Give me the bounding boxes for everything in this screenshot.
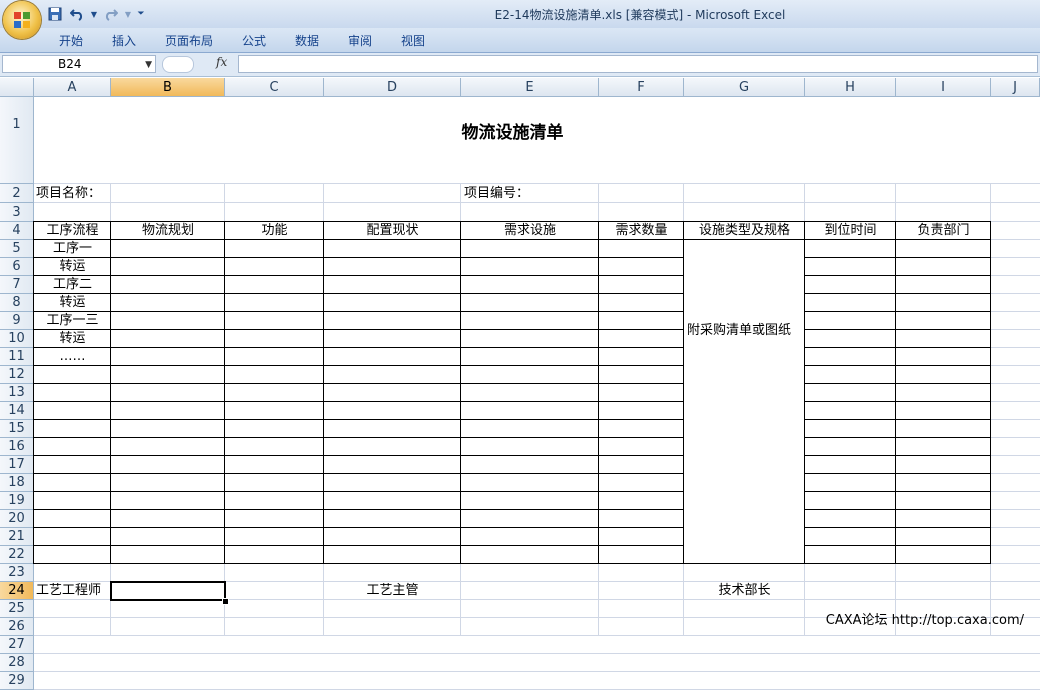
window-title: E2-14物流设施清单.xls [兼容模式] - Microsoft Excel [494, 8, 786, 22]
header-process-flow[interactable]: 工序流程 [34, 222, 111, 240]
row-header-29[interactable]: 29 [0, 672, 34, 690]
selected-cell-b24[interactable] [110, 581, 226, 601]
process-item[interactable]: 工序二 [34, 276, 111, 294]
header-function[interactable]: 功能 [225, 222, 324, 240]
row-header-2[interactable]: 2 [0, 184, 34, 203]
row-header-6[interactable]: 6 [0, 258, 34, 276]
row-header-8[interactable]: 8 [0, 294, 34, 312]
row-header-13[interactable]: 13 [0, 384, 34, 402]
process-item[interactable]: 工序一 [34, 240, 111, 258]
fill-handle[interactable] [222, 598, 229, 605]
column-header-b[interactable]: B [111, 78, 225, 97]
sheet-title[interactable]: 物流设施清单 [34, 98, 991, 184]
column-header-a[interactable]: A [34, 78, 111, 97]
row-header-27[interactable]: 27 [0, 636, 34, 654]
name-box[interactable]: B24 ▼ [2, 55, 156, 73]
row-header-5[interactable]: 5 [0, 240, 34, 258]
process-item[interactable]: 转运 [34, 294, 111, 312]
watermark: CAXA论坛 http://top.caxa.com/ [825, 613, 1024, 628]
name-box-value: B24 [58, 57, 82, 71]
tab-review[interactable]: 审阅 [348, 32, 372, 49]
process-item[interactable]: 转运 [34, 330, 111, 348]
row-header-28[interactable]: 28 [0, 654, 34, 672]
row-header-24[interactable]: 24 [0, 582, 34, 600]
tab-formulas[interactable]: 公式 [242, 32, 266, 49]
row-header-9[interactable]: 9 [0, 312, 34, 330]
column-header-h[interactable]: H [805, 78, 896, 97]
row-header-25[interactable]: 25 [0, 600, 34, 618]
column-header-d[interactable]: D [324, 78, 461, 97]
row-header-23[interactable]: 23 [0, 564, 34, 582]
header-facility-type-spec[interactable]: 设施类型及规格 [684, 222, 805, 240]
row-header-21[interactable]: 21 [0, 528, 34, 546]
formula-input[interactable] [238, 55, 1038, 73]
row-header-20[interactable]: 20 [0, 510, 34, 528]
title-bar: ▼ ▼ ⏷ E2-14物流设施清单.xls [兼容模式] - Microsoft… [0, 0, 1040, 28]
header-responsible-dept[interactable]: 负责部门 [896, 222, 991, 240]
tab-view[interactable]: 视图 [401, 32, 425, 49]
row-header-19[interactable]: 19 [0, 492, 34, 510]
row-header-22[interactable]: 22 [0, 546, 34, 564]
tab-data[interactable]: 数据 [295, 32, 319, 49]
row-header-7[interactable]: 7 [0, 276, 34, 294]
column-header-j[interactable]: J [991, 78, 1040, 97]
row-header-15[interactable]: 15 [0, 420, 34, 438]
formula-expand-handle[interactable] [162, 56, 194, 73]
row-header-3[interactable]: 3 [0, 203, 34, 222]
signature-process-supervisor[interactable]: 工艺主管 [324, 582, 461, 600]
formula-bar: B24 ▼ fx [0, 53, 1040, 77]
process-item[interactable]: …… [34, 348, 111, 366]
project-number-label[interactable]: 项目编号： [464, 184, 644, 203]
header-current-config[interactable]: 配置现状 [324, 222, 461, 240]
process-item[interactable]: 转运 [34, 258, 111, 276]
process-item[interactable]: 工序一三 [34, 312, 111, 330]
tab-home[interactable]: 开始 [59, 32, 83, 49]
header-logistics-plan[interactable]: 物流规划 [111, 222, 225, 240]
column-header-e[interactable]: E [461, 78, 599, 97]
merged-note-cell[interactable]: 附采购清单或图纸 [687, 322, 802, 340]
row-header-26[interactable]: 26 [0, 618, 34, 636]
row-header-16[interactable]: 16 [0, 438, 34, 456]
row-header-14[interactable]: 14 [0, 402, 34, 420]
project-name-label[interactable]: 项目名称： [36, 184, 216, 203]
row-header-18[interactable]: 18 [0, 474, 34, 492]
formula-tools: fx [160, 55, 236, 73]
merged-note-text: 附采购清单或图纸 [687, 323, 792, 338]
column-header-c[interactable]: C [225, 78, 324, 97]
ribbon-tabs: 开始 插入 页面布局 公式 数据 审阅 视图 [0, 28, 1040, 53]
office-button[interactable] [3, 1, 41, 39]
office-logo-icon [14, 12, 30, 28]
signature-tech-director[interactable]: 技术部长 [684, 582, 805, 600]
tab-insert[interactable]: 插入 [112, 32, 136, 49]
row-header-10[interactable]: 10 [0, 330, 34, 348]
column-header-f[interactable]: F [599, 78, 684, 97]
row-header-4[interactable]: 4 [0, 222, 34, 240]
select-all-corner[interactable] [0, 78, 34, 97]
signature-process-engineer[interactable]: 工艺工程师 [36, 582, 116, 600]
row-header-17[interactable]: 17 [0, 456, 34, 474]
header-required-facility[interactable]: 需求设施 [461, 222, 599, 240]
row-header-12[interactable]: 12 [0, 366, 34, 384]
row-header-11[interactable]: 11 [0, 348, 34, 366]
name-box-dropdown-icon[interactable]: ▼ [145, 57, 152, 73]
worksheet-grid[interactable]: ABCDEFGHIJ 1 2 3 4 5 6 7 8 9 10 11 12 13 14 15 16 17 18 19… [0, 78, 1040, 690]
header-arrival-time[interactable]: 到位时间 [805, 222, 896, 240]
header-required-quantity[interactable]: 需求数量 [599, 222, 684, 240]
tab-page-layout[interactable]: 页面布局 [165, 32, 213, 49]
column-header-i[interactable]: I [896, 78, 991, 97]
column-header-g[interactable]: G [684, 78, 805, 97]
insert-function-icon[interactable]: fx [216, 55, 227, 69]
row-header-1[interactable]: 1 [0, 97, 34, 184]
